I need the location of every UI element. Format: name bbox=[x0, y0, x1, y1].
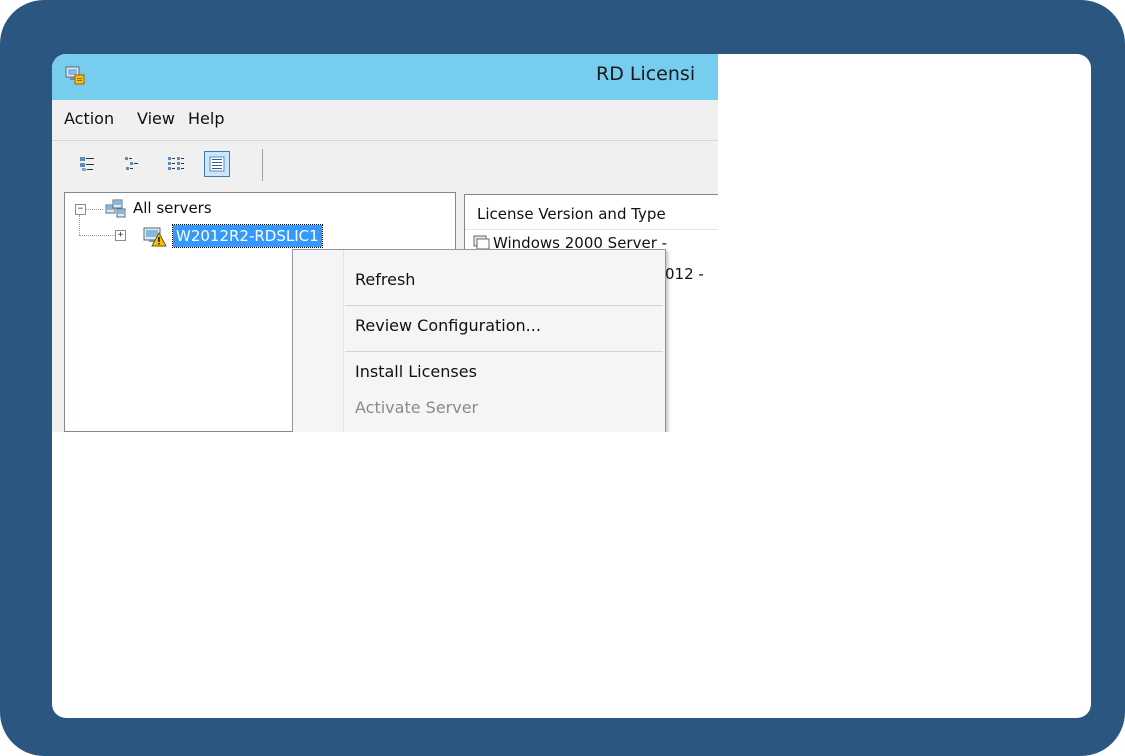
title-bar: RD Licensi bbox=[52, 54, 718, 100]
menu-item-install-licenses[interactable]: Install Licenses bbox=[355, 362, 477, 381]
menu-action[interactable]: Action bbox=[64, 109, 114, 128]
menu-item-review-configuration[interactable]: Review Configuration... bbox=[355, 316, 541, 335]
context-menu: Refresh Review Configuration... Install … bbox=[292, 249, 666, 432]
tree-connector bbox=[79, 215, 80, 235]
rd-licensing-app-icon bbox=[64, 64, 86, 86]
tree-node-server[interactable]: W2012R2-RDSLIC1 bbox=[172, 224, 323, 248]
screenshot-card: RD Licensi Action View Help − All server… bbox=[52, 54, 1091, 718]
license-server-warning-icon bbox=[143, 225, 167, 247]
collapse-toggle-icon[interactable]: − bbox=[75, 204, 86, 215]
menu-view[interactable]: View bbox=[137, 109, 175, 128]
context-menu-gutter bbox=[343, 250, 344, 432]
detail-view-icon[interactable] bbox=[163, 151, 189, 177]
menu-bar: Action View Help bbox=[52, 100, 718, 140]
large-detail-view-icon[interactable] bbox=[204, 151, 230, 177]
menu-separator bbox=[345, 305, 663, 306]
small-icons-view-icon[interactable] bbox=[75, 151, 101, 177]
menu-item-refresh[interactable]: Refresh bbox=[355, 270, 415, 289]
menu-help[interactable]: Help bbox=[188, 109, 224, 128]
tree-connector bbox=[83, 209, 103, 210]
outer-frame: RD Licensi Action View Help − All server… bbox=[0, 0, 1125, 756]
toolbar bbox=[52, 141, 718, 192]
rd-licensing-manager-window: RD Licensi Action View Help − All server… bbox=[52, 54, 718, 432]
window-title: RD Licensi bbox=[596, 63, 696, 85]
list-view-icon[interactable] bbox=[119, 151, 145, 177]
menu-separator bbox=[345, 351, 663, 352]
column-header[interactable]: License Version and Type bbox=[465, 195, 718, 230]
tree-node-all-servers[interactable]: All servers bbox=[133, 199, 212, 217]
all-servers-icon bbox=[105, 199, 127, 219]
list-row-license-2[interactable]: 012 - bbox=[665, 265, 704, 283]
expand-toggle-icon[interactable]: + bbox=[115, 230, 126, 241]
toolbar-separator bbox=[262, 149, 263, 181]
column-header-license-version[interactable]: License Version and Type bbox=[477, 205, 666, 223]
menu-item-activate-server: Activate Server bbox=[355, 398, 479, 417]
